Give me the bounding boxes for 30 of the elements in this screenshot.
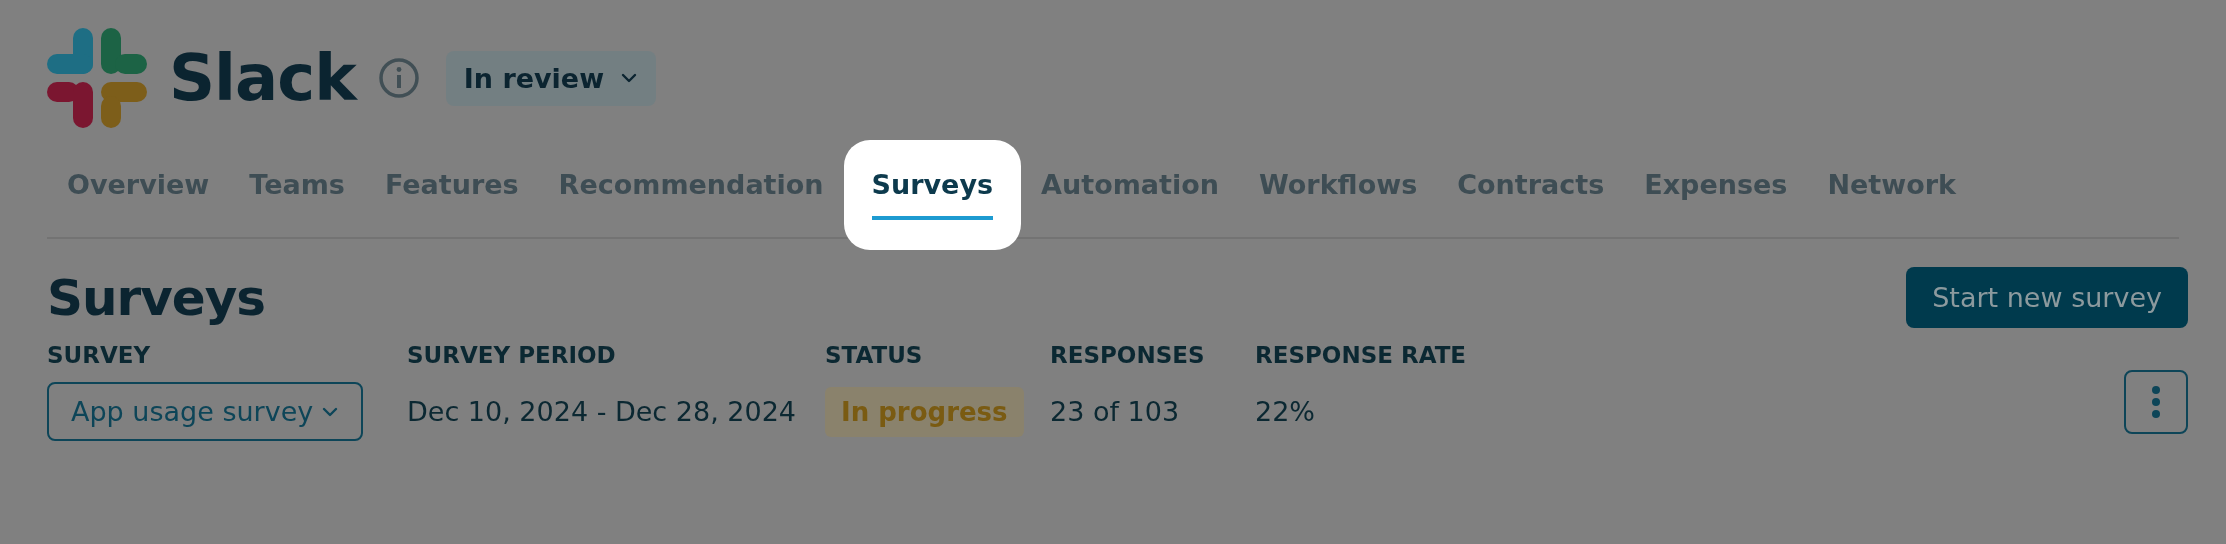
nav-tab[interactable]: Features xyxy=(364,140,539,250)
more-button[interactable] xyxy=(2124,369,2188,434)
nav-tab[interactable]: Workflows xyxy=(1239,140,1438,250)
nav-tab[interactable]: Overview xyxy=(47,140,230,250)
nav-tab[interactable]: Automation xyxy=(1021,140,1239,250)
app-name: Slack xyxy=(169,41,356,115)
nav-tab[interactable]: Teams xyxy=(229,140,365,250)
column-header: SURVEY xyxy=(47,342,152,368)
chevron-down-icon xyxy=(620,72,639,84)
chevron-down-icon xyxy=(321,405,340,418)
nav-tab[interactable]: Contracts xyxy=(1437,140,1625,250)
start-survey-button[interactable]: Start new survey xyxy=(1906,267,2188,328)
info-icon[interactable] xyxy=(377,57,420,99)
column-header: RESPONSES xyxy=(1050,342,1206,368)
logo-icon xyxy=(47,28,147,128)
column-header: RESPONSE RATE xyxy=(1255,342,1468,368)
status-dropdown[interactable]: In review xyxy=(445,50,657,106)
status-badge: In progress xyxy=(825,386,1024,437)
nav-tab[interactable]: Surveys xyxy=(843,140,1022,250)
column-header: SURVEY PERIOD xyxy=(407,342,617,368)
table-cell-text: Dec 10, 2024 - Dec 28, 2024 xyxy=(407,396,798,427)
nav-tab[interactable]: Recommendation xyxy=(538,140,844,250)
nav-tab[interactable]: Network xyxy=(1807,140,1976,250)
survey-dropdown[interactable]: App usage survey xyxy=(47,382,364,441)
column-header: STATUS xyxy=(825,342,924,368)
page-title: Surveys xyxy=(47,268,266,327)
table-cell-text: 23 of 103 xyxy=(1050,396,1181,427)
table-cell-text: 22% xyxy=(1255,396,1316,427)
nav-tab[interactable]: Expenses xyxy=(1624,140,1808,250)
more-icon xyxy=(2151,384,2161,419)
